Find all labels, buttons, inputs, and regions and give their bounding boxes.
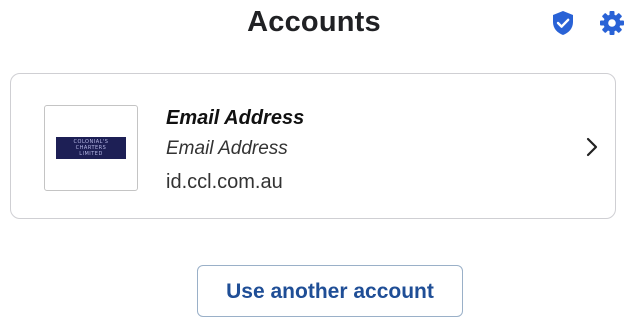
settings-button[interactable] xyxy=(598,8,626,38)
account-email: Email Address xyxy=(166,138,288,159)
account-card[interactable]: COLONIAL'S CHARTERS LIMITED Email Addres… xyxy=(10,73,616,219)
gear-icon xyxy=(600,11,624,35)
chevron-right-icon xyxy=(586,137,598,157)
shield-button[interactable] xyxy=(549,8,577,38)
shield-check-icon xyxy=(553,11,573,35)
header-bar: Accounts xyxy=(0,0,628,52)
page-title: Accounts xyxy=(247,6,381,38)
account-domain: id.ccl.com.au xyxy=(166,171,283,193)
account-logo: COLONIAL'S CHARTERS LIMITED xyxy=(44,105,138,191)
company-logo-image: COLONIAL'S CHARTERS LIMITED xyxy=(56,137,126,159)
account-name: Email Address xyxy=(166,107,305,129)
use-another-account-button[interactable]: Use another account xyxy=(197,265,463,317)
logo-text-line: LIMITED xyxy=(79,151,103,157)
